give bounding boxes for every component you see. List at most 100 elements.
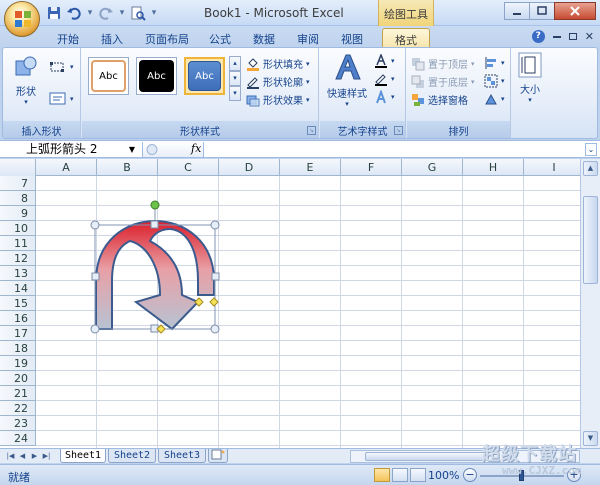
redo-dropdown-icon[interactable]: ▾	[118, 8, 126, 18]
arrow-body[interactable]	[95, 220, 215, 331]
window-title: Book1 - Microsoft Excel	[204, 6, 344, 20]
size-button[interactable]: 大小 ▾	[515, 52, 545, 104]
customize-qat-icon[interactable]: ▾	[150, 8, 158, 18]
tab-data[interactable]: 数据	[248, 28, 280, 48]
shape-styles-label: 形状样式	[82, 121, 318, 138]
resize-handle-right[interactable]	[211, 272, 220, 281]
zoom-level[interactable]: 100%	[428, 469, 459, 482]
vertical-scrollbar[interactable]: ▲ ▼	[580, 159, 600, 448]
shape-style-blue[interactable]: Abc	[184, 57, 225, 95]
help-icon[interactable]: ?	[531, 30, 545, 43]
undo-dropdown-icon[interactable]: ▾	[86, 8, 94, 18]
scroll-up-button[interactable]: ▲	[583, 161, 598, 176]
sheet-tab-3[interactable]: Sheet3	[158, 449, 206, 463]
contextual-tab-group: 绘图工具	[378, 0, 434, 26]
page-layout-view-button[interactable]	[392, 468, 408, 482]
last-sheet-icon[interactable]: ▶|	[42, 450, 51, 462]
resize-handle-br[interactable]	[210, 324, 220, 334]
shapes-icon	[15, 56, 37, 76]
styles-more[interactable]: ▾	[229, 86, 241, 101]
office-button[interactable]	[4, 1, 40, 37]
quick-access-toolbar: ▾ ▾ ▾	[46, 5, 158, 21]
shape-fill-button[interactable]: 形状填充 ▾	[246, 56, 310, 71]
horizontal-scroll-thumb[interactable]	[365, 452, 485, 461]
undo-icon[interactable]	[66, 5, 82, 21]
vertical-scroll-thumb[interactable]	[583, 196, 598, 284]
shape-styles-dialog-launcher[interactable]: ↘	[307, 126, 316, 135]
save-icon[interactable]	[46, 5, 62, 21]
adjust-handle-2[interactable]	[209, 297, 219, 307]
shape-effects-icon	[246, 95, 260, 106]
bring-to-front-button[interactable]: 置于顶层 ▾	[411, 56, 475, 71]
selection-pane-button[interactable]: 选择窗格	[411, 92, 468, 107]
tab-formulas[interactable]: 公式	[204, 28, 236, 48]
tab-insert[interactable]: 插入	[96, 28, 128, 48]
formula-expand-handle-icon[interactable]	[145, 143, 159, 156]
group-button[interactable]: ▾	[484, 74, 505, 88]
shape-effects-button[interactable]: 形状效果 ▾	[246, 92, 310, 107]
align-button[interactable]: ▾	[484, 56, 505, 70]
print-preview-icon[interactable]	[130, 5, 146, 21]
styles-scroll-up[interactable]: ▴	[229, 56, 241, 71]
sheet-tab-2[interactable]: Sheet2	[108, 449, 156, 463]
name-box[interactable]: 上弧形箭头 2 ▼	[6, 142, 137, 157]
send-to-back-button[interactable]: 置于底层 ▾	[411, 74, 475, 89]
resize-handle-tr[interactable]	[210, 220, 220, 230]
close-button[interactable]	[554, 2, 596, 20]
zoom-out-button[interactable]: −	[463, 468, 477, 482]
curved-up-arrow-shape[interactable]	[0, 159, 580, 448]
worksheet-grid[interactable]: ABCDEFGHI 7 8 9 10 11 12 13 14 15 16 17 18 19 20 21 22 2…	[0, 159, 580, 448]
text-fill-button[interactable]: ▾	[374, 54, 395, 68]
shapes-dropdown-icon: ▾	[24, 98, 28, 106]
tab-view[interactable]: 视图	[336, 28, 368, 48]
tab-format[interactable]: 格式	[382, 28, 430, 48]
resize-handle-left[interactable]	[91, 272, 100, 281]
text-outline-button[interactable]: ▾	[374, 72, 395, 86]
status-ready: 就绪	[8, 471, 30, 484]
scroll-down-button[interactable]: ▼	[583, 431, 598, 446]
zoom-slider-thumb[interactable]	[519, 470, 524, 481]
horizontal-scrollbar[interactable]	[350, 450, 580, 463]
view-buttons	[374, 468, 426, 482]
wordart-dialog-launcher[interactable]: ↘	[394, 126, 403, 135]
tab-page-layout[interactable]: 页面布局	[140, 28, 194, 48]
workbook-close-icon[interactable]: ✕	[585, 30, 594, 43]
shape-style-outline[interactable]: Abc	[88, 57, 129, 95]
shapes-label: 形状	[16, 87, 36, 98]
styles-scroll-down[interactable]: ▾	[229, 71, 241, 86]
ribbon-minimize-icon[interactable]	[552, 35, 561, 38]
fx-button[interactable]: fx	[191, 142, 201, 155]
text-box-button[interactable]: ▾	[49, 92, 74, 106]
first-sheet-icon[interactable]: |◀	[6, 450, 15, 462]
expand-formula-bar-button[interactable]: ⌄	[585, 143, 597, 156]
rotation-handle[interactable]	[150, 200, 160, 210]
window-controls	[504, 2, 596, 20]
ribbon-restore-icon[interactable]	[568, 33, 577, 40]
align-icon	[485, 57, 496, 69]
redo-icon[interactable]	[98, 5, 114, 21]
rotate-button[interactable]: ▾	[484, 92, 505, 106]
resize-handle-top[interactable]	[150, 220, 159, 229]
next-sheet-icon[interactable]: ▶	[30, 450, 39, 462]
zoom-in-button[interactable]: +	[567, 468, 581, 482]
resize-handle-bl[interactable]	[90, 324, 100, 334]
text-effects-button[interactable]: ▾	[374, 90, 395, 104]
arrange-label: 排列	[407, 121, 510, 138]
sheet-tab-1[interactable]: Sheet1	[60, 449, 106, 463]
restore-button[interactable]	[529, 2, 555, 20]
edit-shape-button[interactable]: ▾	[49, 60, 74, 74]
quick-styles-button[interactable]: 快速样式 ▾	[324, 52, 370, 108]
shapes-button[interactable]: 形状 ▾	[11, 54, 41, 106]
resize-handle-tl[interactable]	[90, 220, 100, 230]
shape-outline-button[interactable]: 形状轮廓 ▾	[246, 74, 310, 89]
prev-sheet-icon[interactable]: ◀	[18, 450, 27, 462]
name-box-dropdown-icon[interactable]: ▼	[129, 142, 135, 157]
insert-sheet-button[interactable]	[208, 449, 228, 463]
minimize-button[interactable]	[504, 2, 530, 20]
shape-style-black[interactable]: Abc	[136, 57, 177, 95]
tab-review[interactable]: 审阅	[292, 28, 324, 48]
normal-view-button[interactable]	[374, 468, 390, 482]
page-break-view-button[interactable]	[410, 468, 426, 482]
formula-input[interactable]	[206, 142, 576, 157]
tab-home[interactable]: 开始	[52, 28, 84, 48]
